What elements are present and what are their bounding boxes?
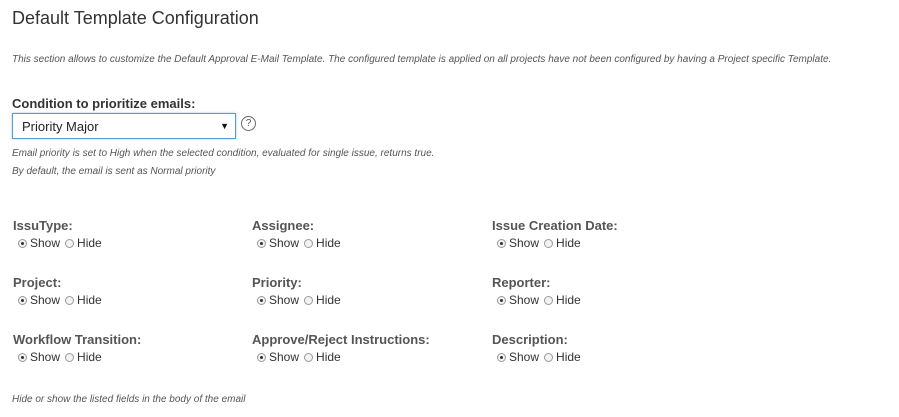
radio-label: Hide xyxy=(556,293,581,307)
radio-hide[interactable]: Hide xyxy=(65,293,102,307)
field-project: Project: Show Hide xyxy=(13,275,107,308)
caret-down-icon: ▼ xyxy=(220,121,229,131)
radio-label: Show xyxy=(509,236,540,250)
field-options: Show Hide xyxy=(252,235,346,251)
page-description: This section allows to customize the Def… xyxy=(12,54,832,65)
radio-hide[interactable]: Hide xyxy=(304,350,341,364)
radio-label: Show xyxy=(30,293,61,307)
radio-label: Hide xyxy=(556,236,581,250)
radio-button[interactable] xyxy=(544,295,554,305)
radio-show[interactable]: Show xyxy=(18,293,60,307)
field-description: Description: Show Hide xyxy=(492,332,586,365)
field-issue-creation-date: Issue Creation Date: Show Hide xyxy=(492,218,618,251)
radio-button[interactable] xyxy=(497,295,506,305)
radio-button[interactable] xyxy=(257,238,266,248)
radio-show[interactable]: Show xyxy=(497,350,539,364)
field-label: Description: xyxy=(492,332,568,347)
radio-label: Hide xyxy=(316,350,341,364)
radio-button[interactable] xyxy=(304,238,314,248)
radio-hide[interactable]: Hide xyxy=(65,236,102,250)
radio-hide[interactable]: Hide xyxy=(544,350,581,364)
field-assignee: Assignee: Show Hide xyxy=(252,218,346,251)
field-options: Show Hide xyxy=(13,292,107,308)
radio-button[interactable] xyxy=(18,352,27,362)
page-title: Default Template Configuration xyxy=(12,8,259,28)
field-approve-reject-instructions: Approve/Reject Instructions: Show Hide xyxy=(252,332,430,365)
radio-button[interactable] xyxy=(497,238,506,248)
radio-label: Hide xyxy=(316,293,341,307)
field-label: Priority: xyxy=(252,275,302,290)
field-options: Show Hide xyxy=(492,349,586,365)
field-label: Assignee: xyxy=(252,218,315,233)
condition-label: Condition to prioritize emails: xyxy=(12,96,196,111)
radio-show[interactable]: Show xyxy=(257,236,299,250)
help-icon[interactable]: ? xyxy=(241,116,256,131)
field-options: Show Hide xyxy=(13,235,107,251)
radio-label: Hide xyxy=(316,236,341,250)
field-workflow-transition: Workflow Transition: Show Hide xyxy=(13,332,141,365)
radio-show[interactable]: Show xyxy=(497,236,539,250)
field-label: Workflow Transition: xyxy=(13,332,142,347)
radio-hide[interactable]: Hide xyxy=(65,350,102,364)
radio-label: Show xyxy=(509,350,540,364)
radio-label: Show xyxy=(30,350,61,364)
radio-hide[interactable]: Hide xyxy=(304,236,341,250)
field-issuetype: IssuType: Show Hide xyxy=(13,218,107,251)
radio-label: Hide xyxy=(77,293,102,307)
field-label: IssuType: xyxy=(13,218,73,233)
field-label: Issue Creation Date: xyxy=(492,218,618,233)
field-options: Show Hide xyxy=(492,235,618,251)
radio-label: Show xyxy=(269,293,300,307)
radio-show[interactable]: Show xyxy=(18,236,60,250)
radio-show[interactable]: Show xyxy=(257,293,299,307)
radio-show[interactable]: Show xyxy=(497,293,539,307)
radio-show[interactable]: Show xyxy=(257,350,299,364)
condition-note-2: By default, the email is sent as Normal … xyxy=(12,166,216,177)
radio-label: Show xyxy=(269,236,300,250)
radio-button[interactable] xyxy=(18,295,27,305)
radio-button[interactable] xyxy=(65,295,75,305)
condition-selected-value: Priority Major xyxy=(22,119,99,134)
radio-button[interactable] xyxy=(257,352,266,362)
radio-label: Hide xyxy=(77,350,102,364)
radio-button[interactable] xyxy=(497,352,506,362)
radio-label: Show xyxy=(269,350,300,364)
radio-button[interactable] xyxy=(304,352,314,362)
footer-note: Hide or show the listed fields in the bo… xyxy=(12,394,246,405)
radio-hide[interactable]: Hide xyxy=(544,293,581,307)
field-reporter: Reporter: Show Hide xyxy=(492,275,586,308)
field-options: Show Hide xyxy=(252,349,430,365)
field-options: Show Hide xyxy=(13,349,141,365)
radio-button[interactable] xyxy=(65,352,75,362)
field-options: Show Hide xyxy=(492,292,586,308)
radio-label: Show xyxy=(30,236,61,250)
radio-button[interactable] xyxy=(544,238,554,248)
radio-label: Hide xyxy=(556,350,581,364)
condition-select[interactable]: Priority Major ▼ xyxy=(12,113,236,139)
field-label: Project: xyxy=(13,275,62,290)
radio-button[interactable] xyxy=(544,352,554,362)
radio-hide[interactable]: Hide xyxy=(304,293,341,307)
condition-note-1: Email priority is set to High when the s… xyxy=(12,148,435,159)
field-label: Reporter: xyxy=(492,275,551,290)
radio-label: Show xyxy=(509,293,540,307)
radio-button[interactable] xyxy=(304,295,314,305)
field-label: Approve/Reject Instructions: xyxy=(252,332,430,347)
radio-label: Hide xyxy=(77,236,102,250)
field-options: Show Hide xyxy=(252,292,346,308)
field-priority: Priority: Show Hide xyxy=(252,275,346,308)
radio-hide[interactable]: Hide xyxy=(544,236,581,250)
radio-button[interactable] xyxy=(65,238,75,248)
radio-button[interactable] xyxy=(257,295,266,305)
radio-button[interactable] xyxy=(18,238,27,248)
radio-show[interactable]: Show xyxy=(18,350,60,364)
